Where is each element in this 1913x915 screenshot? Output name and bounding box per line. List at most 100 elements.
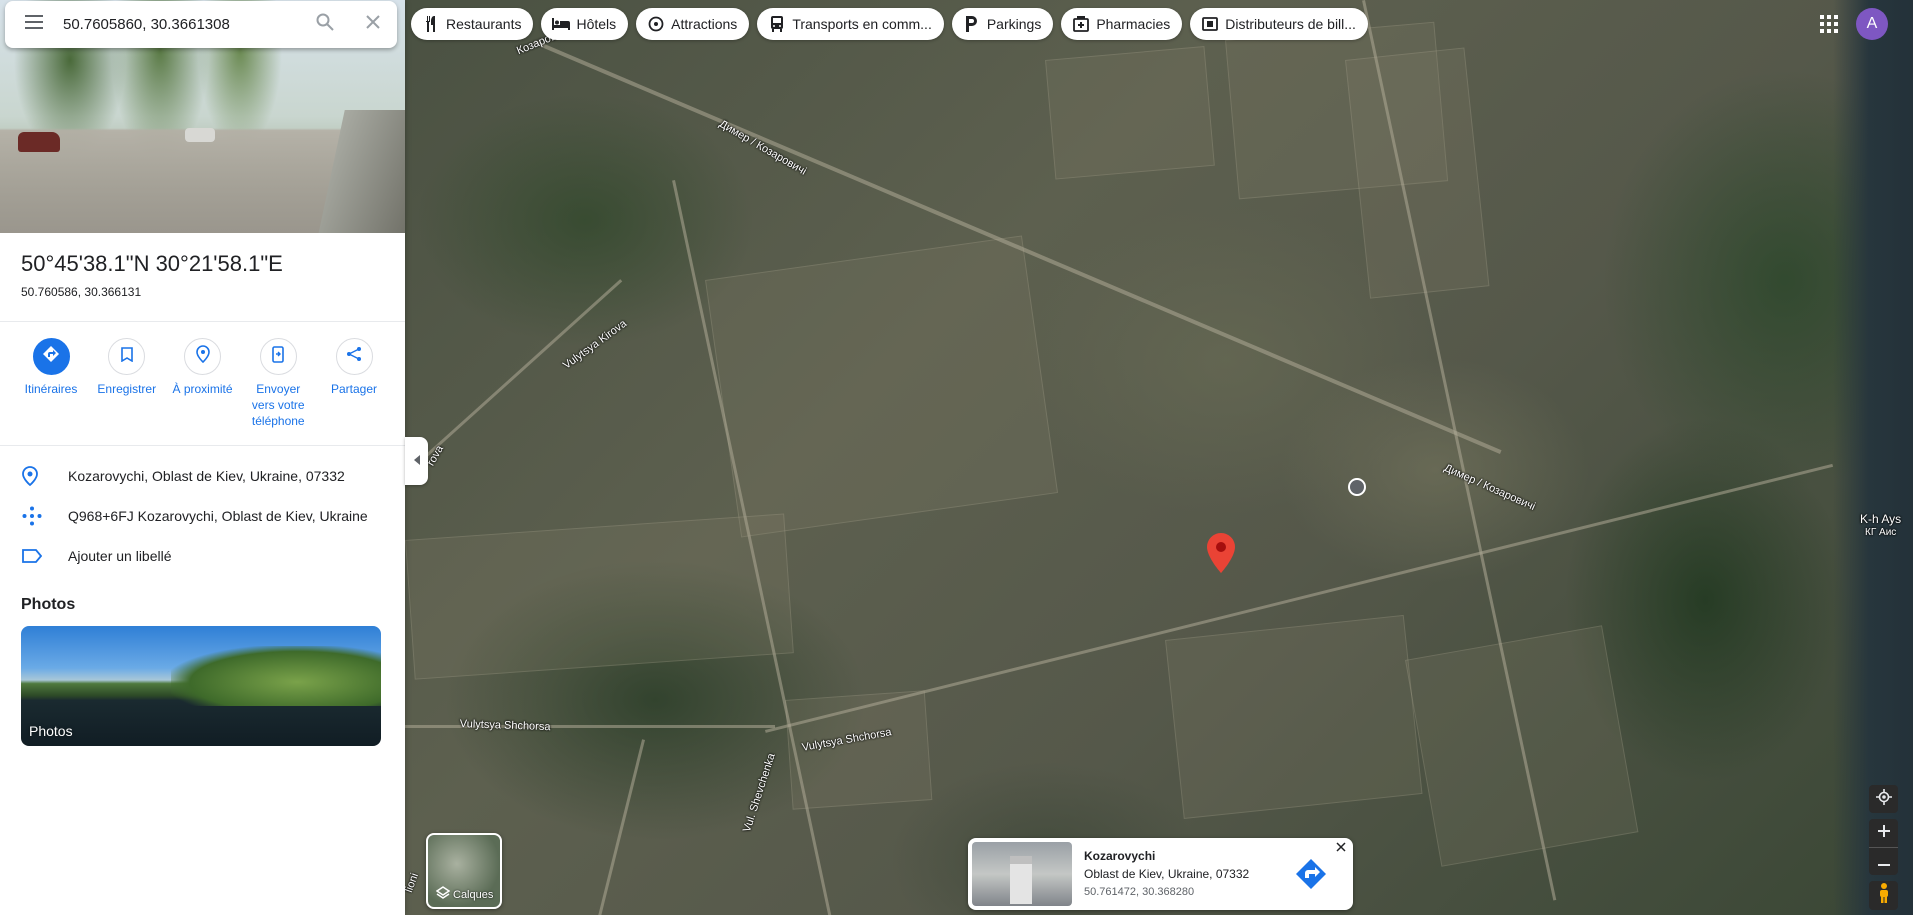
- pluscode-row[interactable]: Q968+6FJ Kozarovychi, Oblast de Kiev, Uk…: [0, 496, 405, 536]
- action-label: À proximité: [172, 382, 233, 396]
- search-input[interactable]: 50.7605860, 30.3661308: [63, 16, 301, 33]
- bus-icon: [768, 15, 786, 33]
- search-box: 50.7605860, 30.3661308: [5, 1, 397, 48]
- share-button[interactable]: [335, 338, 373, 375]
- pegman-icon: [1878, 883, 1890, 908]
- layers-label-group: Calques: [435, 886, 493, 903]
- menu-button[interactable]: [5, 1, 63, 48]
- info-list: Kozarovychi, Oblast de Kiev, Ukraine, 07…: [0, 446, 405, 576]
- chip-transit[interactable]: Transports en comm...: [757, 8, 944, 40]
- directions-button[interactable]: [32, 338, 70, 375]
- close-icon: [366, 15, 380, 34]
- nearby-button[interactable]: [184, 338, 221, 375]
- place-thumbnail[interactable]: [972, 842, 1072, 906]
- map-label-street: rova: [425, 443, 447, 468]
- map-label-road: Димер / Козаровичі: [717, 118, 809, 178]
- chip-label: Parkings: [986, 16, 1042, 32]
- collapse-panel-button[interactable]: [405, 437, 428, 485]
- apps-grid-icon[interactable]: [1817, 12, 1841, 36]
- nearby-icon: [195, 345, 211, 368]
- photos-heading: Photos: [21, 596, 76, 613]
- search-icon: [316, 13, 334, 36]
- pharmacy-icon: [1072, 15, 1090, 33]
- hamburger-menu-icon: [25, 15, 43, 34]
- poi-marker-icon[interactable]: [1348, 478, 1366, 496]
- bed-icon: [552, 15, 571, 33]
- parking-icon: [963, 15, 981, 33]
- map-label-place: КГ Аис: [1865, 527, 1897, 538]
- close-icon: [1336, 839, 1346, 857]
- road: [593, 739, 645, 915]
- directions-icon[interactable]: [1295, 858, 1327, 890]
- plus-code-icon: [22, 506, 68, 526]
- location-info-card[interactable]: Kozarovychi Oblast de Kiev, Ukraine, 073…: [968, 838, 1353, 910]
- share-action[interactable]: Partager: [319, 338, 389, 429]
- account-avatar[interactable]: A: [1856, 8, 1888, 40]
- map-label-road: Димер / Козаровичі: [1442, 462, 1538, 514]
- chip-label: Restaurants: [446, 16, 522, 32]
- chip-label: Attractions: [671, 16, 738, 32]
- zoom-in-button[interactable]: [1869, 819, 1898, 847]
- address-row[interactable]: Kozarovychi, Oblast de Kiev, Ukraine, 07…: [0, 456, 405, 496]
- photos-card[interactable]: Photos: [21, 626, 381, 746]
- chip-restaurants[interactable]: Restaurants: [411, 8, 534, 40]
- chip-pharmacies[interactable]: Pharmacies: [1061, 8, 1183, 40]
- map-label-street: Vul. Shevchenka: [741, 751, 778, 834]
- my-location-button[interactable]: [1869, 785, 1898, 813]
- field-parcel: [1165, 614, 1423, 820]
- hero-photo-detail: [185, 128, 215, 142]
- map-label-street: Vulytsya Shchorsa: [459, 718, 551, 734]
- location-pin-icon[interactable]: [1207, 533, 1235, 573]
- chip-attractions[interactable]: Attractions: [636, 8, 750, 40]
- fork-knife-icon: [422, 15, 440, 33]
- plus-icon: [1877, 824, 1890, 842]
- layers-button[interactable]: Calques: [426, 833, 502, 909]
- add-label-row[interactable]: Ajouter un libellé: [0, 536, 405, 576]
- river: [1833, 0, 1913, 915]
- decimal-coordinates[interactable]: 50.760586, 30.366131: [21, 285, 384, 299]
- send-to-phone-button[interactable]: [259, 338, 297, 375]
- satellite-map[interactable]: Козаровичі Димер / Козаровичі Димер / Ко…: [405, 0, 1913, 915]
- minus-icon: [1877, 853, 1890, 871]
- chip-atm[interactable]: Distributeurs de bill...: [1190, 8, 1368, 40]
- action-buttons: Itinéraires Enregistrer À proximité Envo…: [0, 322, 405, 439]
- clear-search-button[interactable]: [349, 1, 397, 48]
- chevron-left-icon: [413, 452, 421, 470]
- card-address: Oblast de Kiev, Ukraine, 07332: [1084, 867, 1250, 881]
- map-label-place: K-h Ays: [1860, 512, 1902, 526]
- page-title: 50°45'38.1"N 30°21'58.1"E: [21, 251, 283, 276]
- directions-icon: [42, 345, 60, 368]
- hero-photo-detail: [18, 132, 60, 152]
- phone-icon: [272, 345, 285, 368]
- directions-action[interactable]: Itinéraires: [16, 338, 86, 429]
- share-icon: [346, 346, 362, 367]
- category-chips: Restaurants Hôtels Attractions Transport…: [411, 8, 1368, 40]
- side-panel: 50°45'38.1"N 30°21'58.1"E 50.760586, 30.…: [0, 0, 405, 915]
- location-pin-outline-icon: [22, 466, 68, 486]
- save-button[interactable]: [108, 338, 146, 375]
- map-label-place: lioni: [405, 871, 421, 895]
- attraction-icon: [647, 15, 665, 33]
- label-tag-icon: [22, 549, 68, 563]
- field-parcel: [1045, 46, 1215, 180]
- chip-parking[interactable]: Parkings: [951, 8, 1054, 40]
- save-action[interactable]: Enregistrer: [92, 338, 162, 429]
- card-coordinates: 50.761472, 30.368280: [1084, 886, 1195, 898]
- layers-icon: [435, 886, 451, 903]
- photo-detail: [171, 646, 381, 706]
- nearby-action[interactable]: À proximité: [168, 338, 238, 429]
- chip-label: Hôtels: [576, 16, 617, 32]
- street-view-button[interactable]: [1869, 881, 1898, 910]
- chip-hotels[interactable]: Hôtels: [541, 8, 629, 40]
- field-parcel: [405, 513, 794, 680]
- chip-label: Transports en comm...: [792, 16, 932, 32]
- search-button[interactable]: [301, 1, 349, 48]
- send-to-phone-action[interactable]: Envoyer vers votre téléphone: [243, 338, 313, 429]
- map-controls: [1869, 785, 1898, 910]
- action-label: Itinéraires: [24, 382, 78, 396]
- card-place-name: Kozarovychi: [1084, 849, 1156, 863]
- action-label: Envoyer vers votre téléphone: [251, 382, 305, 428]
- card-close-button[interactable]: [1333, 840, 1349, 856]
- action-label: Enregistrer: [97, 382, 157, 396]
- zoom-out-button[interactable]: [1869, 847, 1898, 875]
